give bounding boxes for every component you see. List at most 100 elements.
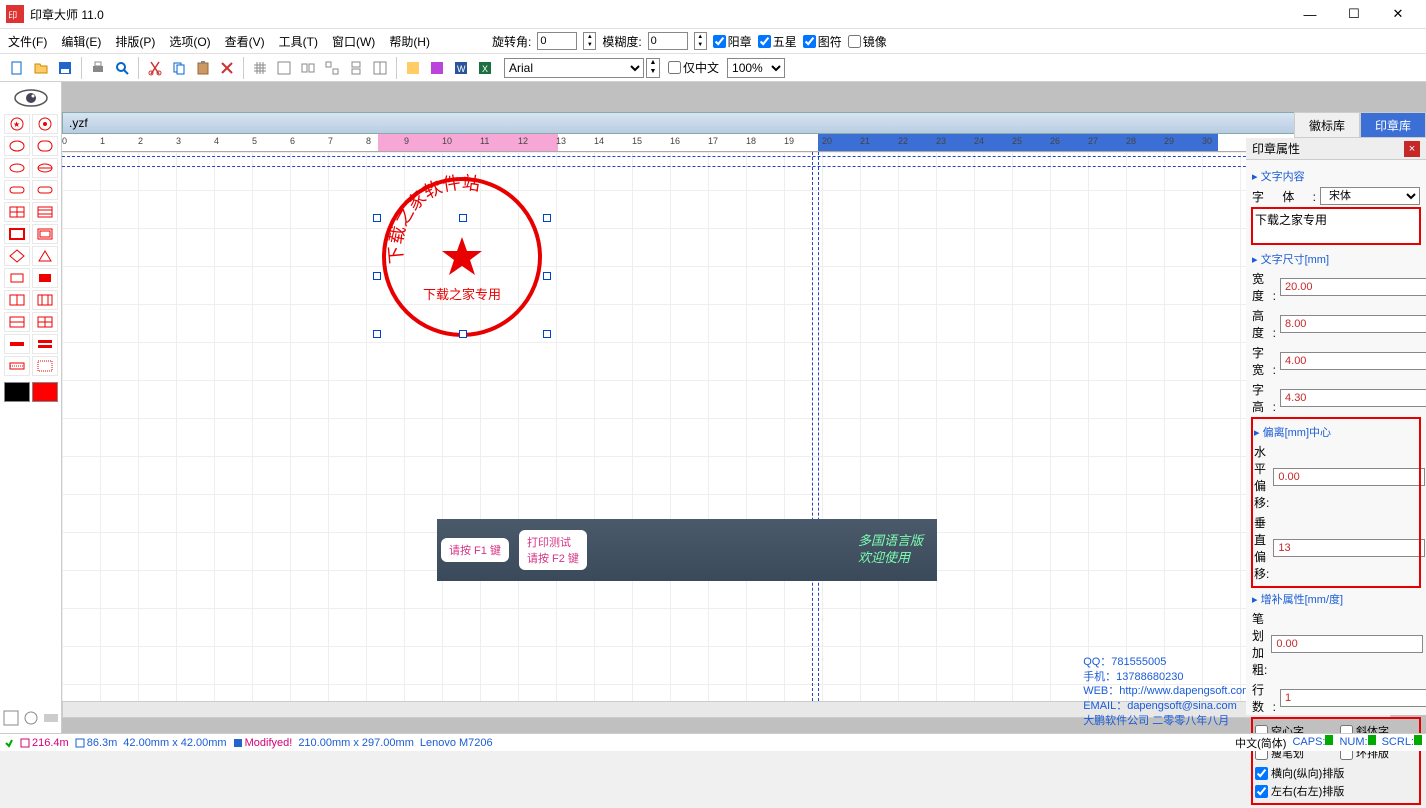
shape-split-a[interactable] <box>4 290 30 310</box>
seal-object[interactable]: 下载之家软件站 下载之家专用 <box>377 172 547 342</box>
zoom-select[interactable]: 100% <box>727 58 785 78</box>
tab-badge-lib[interactable]: 徽标库 <box>1294 112 1360 138</box>
menu-layout[interactable]: 排版(P) <box>115 33 155 50</box>
shape-circle-star[interactable]: ★ <box>4 114 30 134</box>
blur-spinner[interactable]: ▲▼ <box>694 32 707 50</box>
text-content-input[interactable]: 下载之家专用 <box>1252 208 1420 244</box>
char-width-input[interactable] <box>1280 352 1426 370</box>
horizontal-ruler: 0123456789101112131415161718192021222324… <box>62 134 1391 152</box>
shape-circle-dot[interactable] <box>32 114 58 134</box>
menu-window[interactable]: 窗口(W) <box>332 33 375 50</box>
props-title: 印章属性 × <box>1246 138 1426 160</box>
app-icon: 印 <box>6 5 24 23</box>
status-printer: Lenovo M7206 <box>420 737 493 749</box>
bottom-tool-b[interactable] <box>22 709 40 727</box>
doc-titlebar[interactable]: .yzf — ☐ ✕ <box>62 112 1391 134</box>
chk-hv[interactable]: 横向(纵向)排版 <box>1255 765 1417 781</box>
width-input[interactable] <box>1280 278 1426 296</box>
bottom-tool-a[interactable] <box>2 709 20 727</box>
shape-frame-b[interactable] <box>32 224 58 244</box>
tool-grid[interactable] <box>249 57 271 79</box>
app-title: 印章大师 11.0 <box>30 6 104 23</box>
status-y: 86.3m <box>87 737 118 749</box>
seal-bottom-text: 下载之家专用 <box>377 284 547 303</box>
shape-table-a[interactable] <box>4 202 30 222</box>
rotation-spinner[interactable]: ▲▼ <box>583 32 596 50</box>
font-select[interactable]: Arial <box>504 58 644 78</box>
tool-preview[interactable] <box>111 57 133 79</box>
close-button[interactable]: ✕ <box>1376 0 1420 28</box>
minimize-button[interactable]: — <box>1288 0 1332 28</box>
shape-table-b[interactable] <box>32 202 58 222</box>
shape-oval-b[interactable] <box>32 158 58 178</box>
offset-x-input[interactable] <box>1273 468 1425 486</box>
shape-pill-a[interactable] <box>4 180 30 200</box>
shape-grid-a[interactable] <box>4 312 30 332</box>
tool-misc2[interactable] <box>426 57 448 79</box>
tool-misc1[interactable] <box>402 57 424 79</box>
tool-align3[interactable] <box>321 57 343 79</box>
maximize-button[interactable]: ☐ <box>1332 0 1376 28</box>
tool-cut[interactable] <box>144 57 166 79</box>
shape-ellipse[interactable] <box>4 136 30 156</box>
check-star[interactable]: 五星 <box>758 33 797 50</box>
tool-word[interactable]: W <box>450 57 472 79</box>
tool-align4[interactable] <box>345 57 367 79</box>
tool-copy[interactable] <box>168 57 190 79</box>
shape-triangle[interactable] <box>32 246 58 266</box>
shape-grid-b[interactable] <box>32 312 58 332</box>
promo-banner: 请按 F1 键 打印测试请按 F2 键 多国语言版欢迎使用 <box>437 519 937 581</box>
shape-oval-a[interactable] <box>4 158 30 178</box>
font-spinner[interactable]: ▲▼ <box>646 58 660 78</box>
blur-input[interactable] <box>648 32 688 50</box>
menu-tools[interactable]: 工具(T) <box>279 33 318 50</box>
tool-new[interactable] <box>6 57 28 79</box>
only-cn-check[interactable]: 仅中文 <box>668 59 719 76</box>
tool-paste[interactable] <box>192 57 214 79</box>
shape-rect-a[interactable] <box>4 268 30 288</box>
font-select-prop[interactable]: 宋体 <box>1320 187 1420 205</box>
canvas[interactable]: 下载之家软件站 下载之家专用 <box>62 152 1391 701</box>
svg-text:★: ★ <box>13 120 20 129</box>
bottom-tool-c[interactable] <box>42 709 60 727</box>
check-mirror[interactable]: 镜像 <box>848 33 887 50</box>
shape-split-b[interactable] <box>32 290 58 310</box>
shape-frame-a[interactable] <box>4 224 30 244</box>
tab-seal-lib[interactable]: 印章库 <box>1360 112 1426 138</box>
offset-y-input[interactable] <box>1273 539 1425 557</box>
height-input[interactable] <box>1280 315 1426 333</box>
color-picker[interactable] <box>4 382 58 402</box>
svg-text:W: W <box>457 64 466 74</box>
tool-delete[interactable] <box>216 57 238 79</box>
menu-view[interactable]: 查看(V) <box>225 33 265 50</box>
shape-rect-b[interactable] <box>32 268 58 288</box>
tool-align2[interactable] <box>297 57 319 79</box>
props-close[interactable]: × <box>1404 141 1420 157</box>
chk-lr[interactable]: 左右(右左)排版 <box>1255 783 1417 799</box>
menu-file[interactable]: 文件(F) <box>8 33 47 50</box>
left-toolbox: ★ <box>0 82 62 733</box>
char-height-input[interactable] <box>1280 389 1426 407</box>
bold-input[interactable] <box>1271 635 1423 653</box>
shape-diamond[interactable] <box>4 246 30 266</box>
shape-static-b[interactable] <box>32 356 58 376</box>
menu-help[interactable]: 帮助(H) <box>389 33 430 50</box>
check-tufu[interactable]: 图符 <box>803 33 842 50</box>
shape-pill-b[interactable] <box>32 180 58 200</box>
shape-rounded[interactable] <box>32 136 58 156</box>
tool-save[interactable] <box>54 57 76 79</box>
tool-align1[interactable] <box>273 57 295 79</box>
menu-edit[interactable]: 编辑(E) <box>61 33 101 50</box>
tool-print[interactable] <box>87 57 109 79</box>
menu-options[interactable]: 选项(O) <box>169 33 210 50</box>
tool-align5[interactable] <box>369 57 391 79</box>
shape-bar-a[interactable] <box>4 334 30 354</box>
section-size: 文字尺寸[mm] <box>1252 251 1420 267</box>
tool-open[interactable] <box>30 57 52 79</box>
shape-bar-b[interactable] <box>32 334 58 354</box>
check-yang[interactable]: 阳章 <box>713 33 752 50</box>
rows-input[interactable] <box>1280 689 1426 707</box>
shape-static-a[interactable] <box>4 356 30 376</box>
tool-excel[interactable]: X <box>474 57 496 79</box>
rotation-input[interactable] <box>537 32 577 50</box>
